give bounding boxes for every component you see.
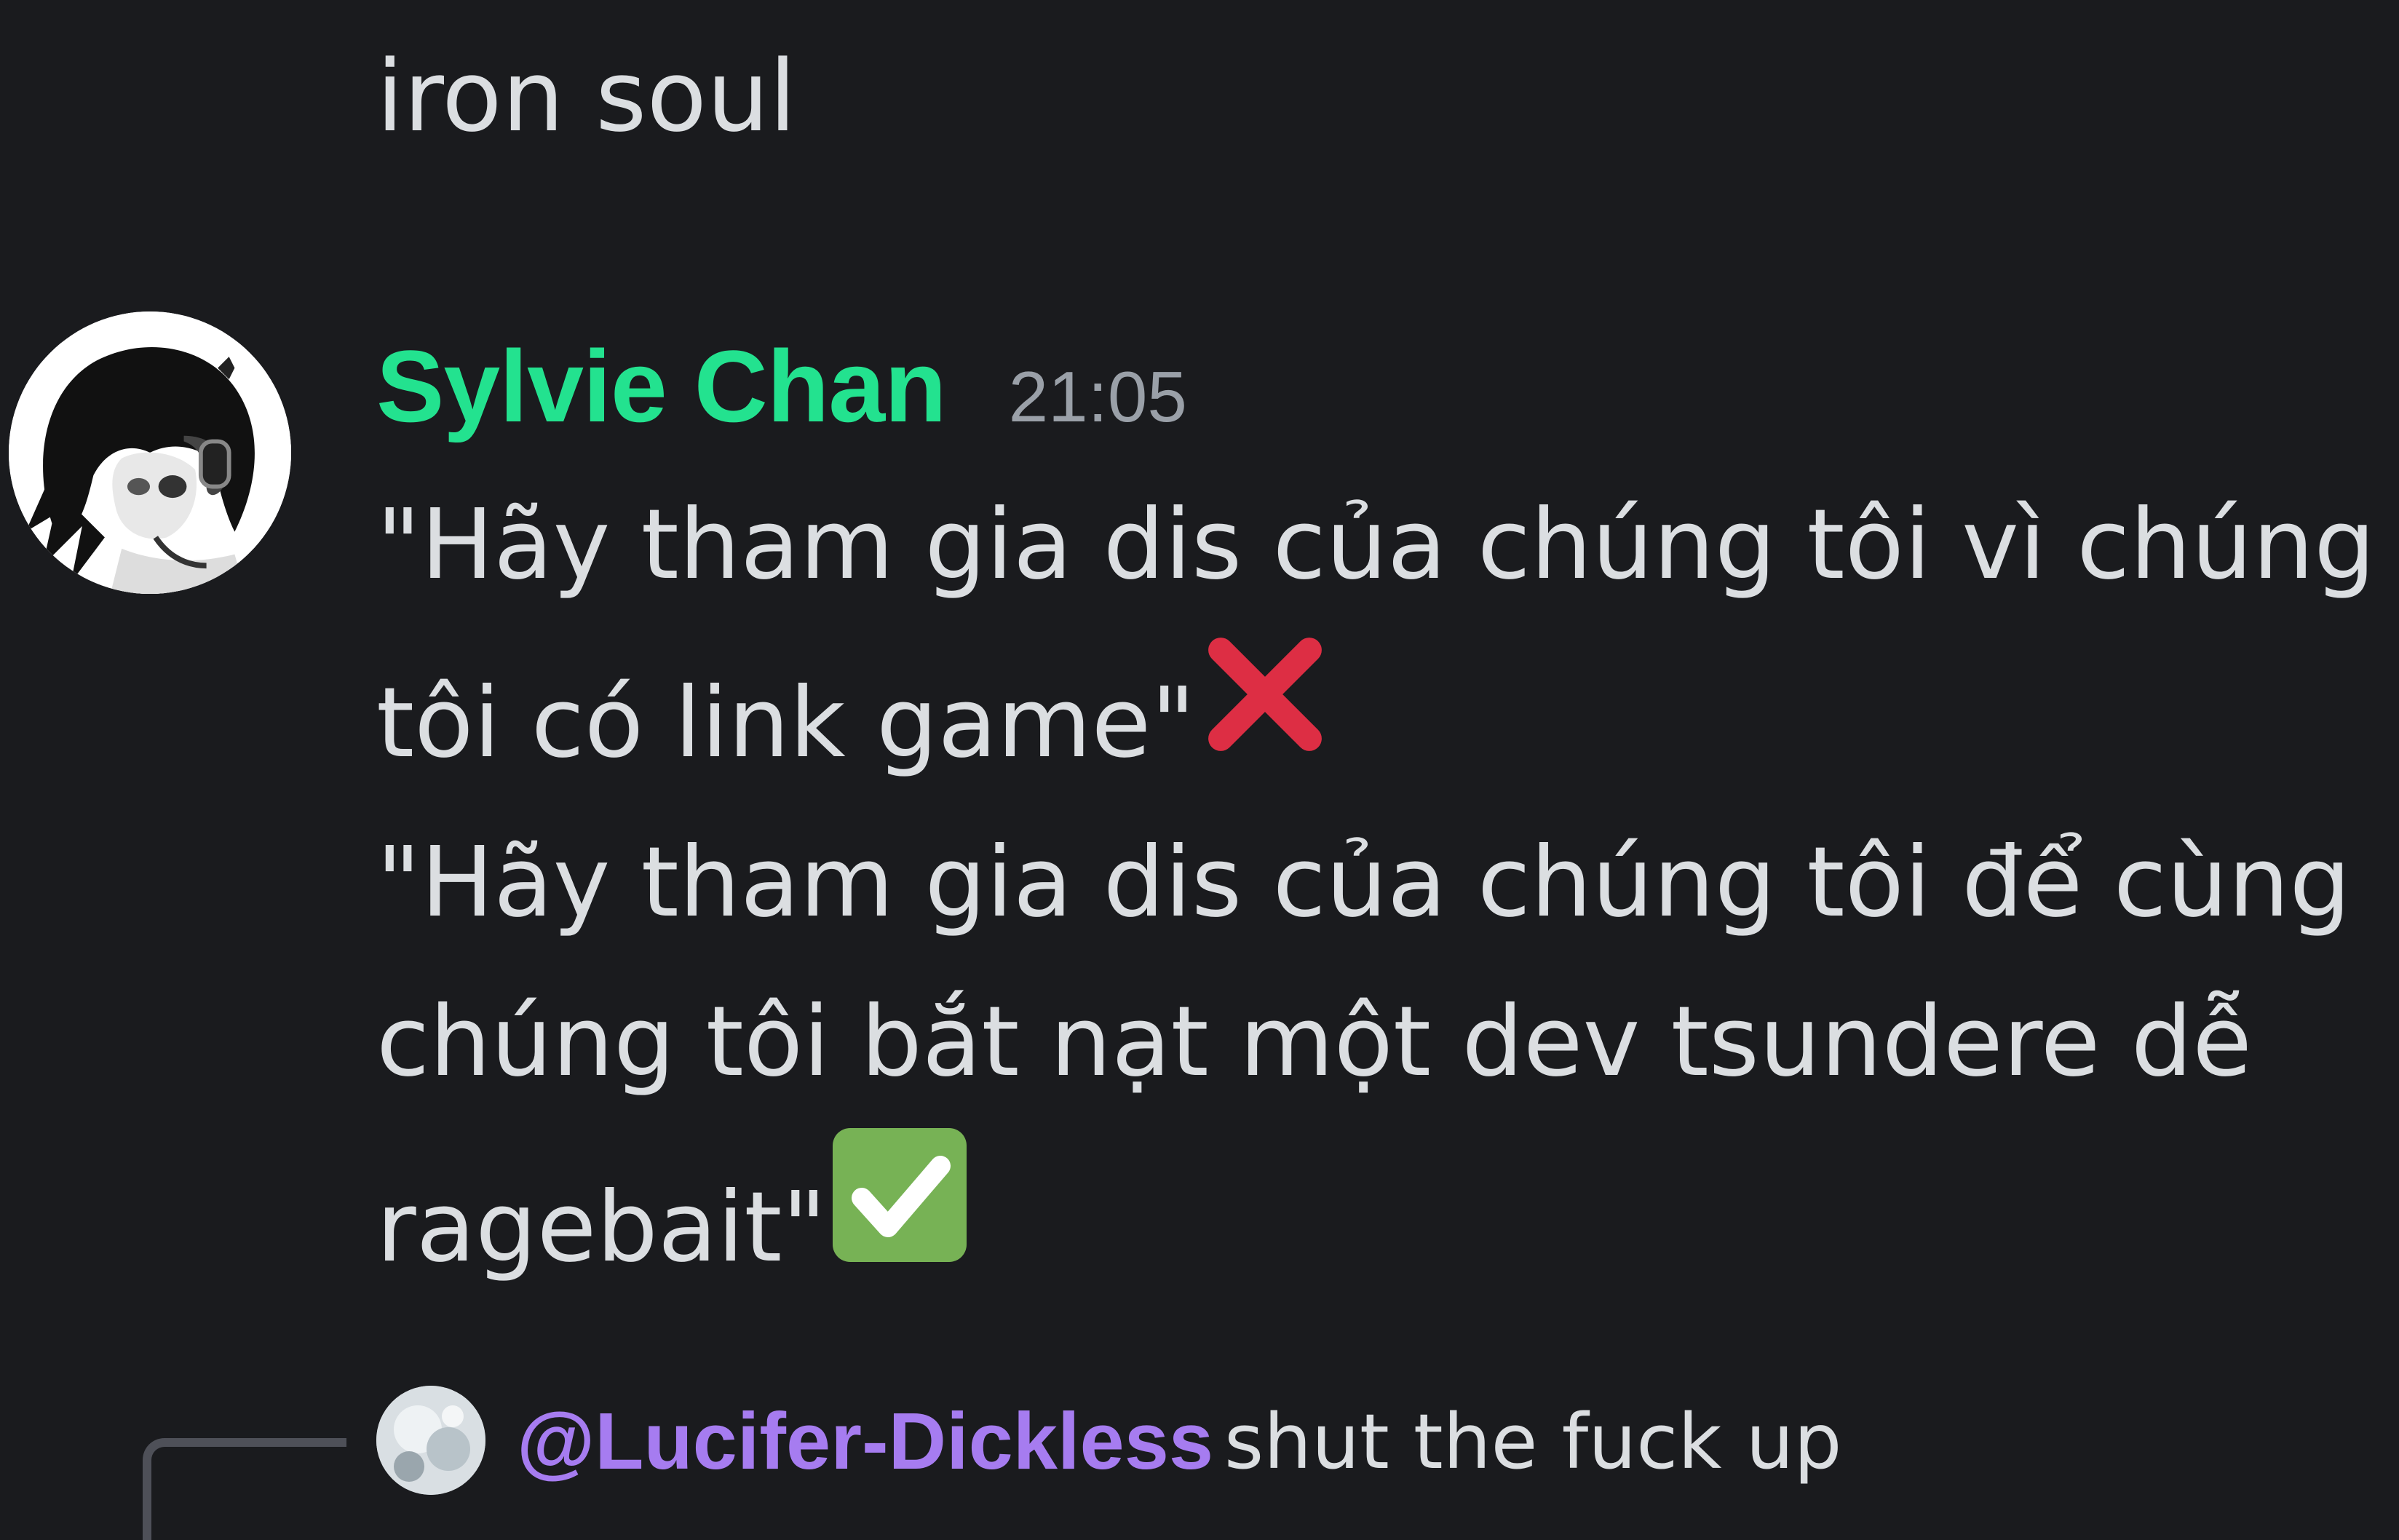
chat-view: iron soul Sylvie Chan 21:05 "Hãy tham gi… <box>0 0 2399 1540</box>
message-line: "Hãy tham gia dis của chúng tôi để cùng <box>376 803 2371 963</box>
message-line-text: tôi có link game" <box>376 667 1196 779</box>
message-line: tôi có link game" <box>376 625 2371 803</box>
message-line: chúng tôi bắt nạt một dev tsundere dễ <box>376 963 2371 1122</box>
reply-spine-line <box>143 1438 346 1540</box>
message-line-text: ragebait" <box>376 1172 827 1284</box>
reply-mention[interactable]: @Lucifer-Dickless <box>517 1394 1213 1489</box>
message-line: "Hãy tham gia dis của chúng tôi vì chúng <box>376 466 2376 625</box>
message-line-text: "Hãy tham gia dis của chúng tôi vì chúng <box>376 489 2376 601</box>
reply-preview[interactable]: @Lucifer-Dickless shut the fuck up <box>0 1368 2399 1540</box>
author-avatar[interactable] <box>9 311 291 594</box>
author-username[interactable]: Sylvie Chan <box>376 328 947 445</box>
reply-text[interactable]: shut the fuck up <box>1224 1394 1842 1489</box>
reply-avatar[interactable] <box>376 1386 485 1495</box>
message-header: Sylvie Chan 21:05 <box>376 328 1187 459</box>
cross-mark-icon <box>1196 625 1334 763</box>
previous-message-text: iron soul <box>376 39 797 154</box>
message-line-text: "Hãy tham gia dis của chúng tôi để cùng <box>376 827 2351 939</box>
check-mark-button-icon <box>827 1122 972 1268</box>
message-line: ragebait" <box>376 1122 2371 1308</box>
message-line-text: chúng tôi bắt nạt một dev tsundere dễ <box>376 986 2253 1098</box>
message-timestamp[interactable]: 21:05 <box>1009 356 1187 438</box>
user-avatar-icon <box>376 1386 485 1495</box>
anime-girl-avatar-icon <box>9 311 291 594</box>
message-content: "Hãy tham gia dis của chúng tôi vì chúng… <box>376 466 2376 1308</box>
